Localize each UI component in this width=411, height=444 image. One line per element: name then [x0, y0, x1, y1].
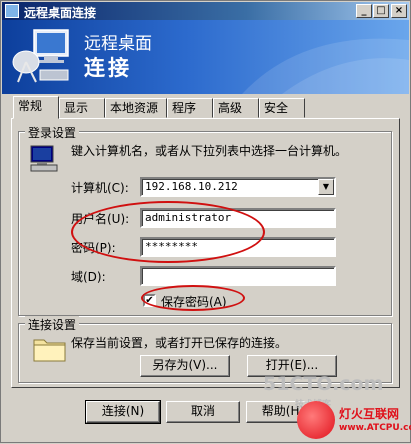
title-bar: 远程桌面连接 _ □ × [2, 2, 409, 20]
tab-security[interactable]: 安全 [259, 98, 305, 118]
computer-combobox[interactable]: 192.168.10.212 ▼ [140, 177, 336, 197]
domain-label: 域(D): [71, 270, 106, 284]
save-password-checkbox[interactable]: ✔ [143, 294, 156, 307]
atcpu-logo-en: www.ATCPU.com [339, 423, 411, 433]
atcpu-logo: 灯火互联网 www.ATCPU.com [293, 397, 411, 444]
chevron-down-icon[interactable]: ▼ [318, 179, 334, 195]
username-input[interactable]: administrator [140, 208, 336, 228]
general-tab-panel: 登录设置 键入计算机名，或者从下拉列表中选择一台计算机。 计算机(C): 192… [11, 118, 400, 388]
remote-desktop-window: 远程桌面连接 _ □ × 远程桌面 连接 常规 显示 本地资源 程序 高级 安全… [0, 0, 411, 443]
tab-general[interactable]: 常规 [13, 96, 59, 119]
password-input[interactable]: ******** [140, 237, 336, 257]
password-label: 密码(P): [71, 241, 116, 255]
username-value: administrator [145, 211, 232, 224]
cancel-button[interactable]: 取消 [166, 401, 240, 423]
login-settings-group: 登录设置 键入计算机名，或者从下拉列表中选择一台计算机。 计算机(C): 192… [18, 124, 392, 316]
watermark-51cto: 51CTO.com [263, 373, 384, 395]
login-settings-title: 登录设置 [25, 124, 80, 141]
banner: 远程桌面 连接 [2, 20, 409, 94]
save-as-button[interactable]: 另存为(V)... [140, 355, 230, 377]
tab-display[interactable]: 显示 [59, 98, 105, 118]
login-description: 键入计算机名，或者从下拉列表中选择一台计算机。 [71, 144, 348, 158]
password-value: ******** [145, 240, 198, 253]
tab-local-resources[interactable]: 本地资源 [105, 98, 167, 118]
remote-desktop-icon [5, 4, 19, 18]
window-title: 远程桌面连接 [24, 6, 97, 20]
username-label: 用户名(U): [71, 212, 130, 226]
save-password-label[interactable]: 保存密码(A) [161, 293, 227, 310]
connect-button[interactable]: 连接(N) [85, 400, 161, 424]
close-button[interactable]: × [391, 4, 407, 18]
tab-advanced[interactable]: 高级 [213, 98, 259, 118]
atcpu-logo-cn: 灯火互联网 [339, 407, 400, 421]
minimize-button[interactable]: _ [356, 4, 372, 18]
folder-icon [33, 339, 66, 362]
computer-satellite-icon [12, 29, 69, 83]
maximize-button[interactable]: □ [373, 4, 389, 18]
banner-line2: 连接 [84, 56, 132, 80]
computer-label: 计算机(C): [71, 181, 129, 195]
banner-line1: 远程桌面 [84, 34, 152, 54]
banner-decoration-icon [242, 38, 409, 94]
domain-input[interactable] [140, 266, 336, 286]
computer-icon [30, 145, 58, 172]
tab-programs[interactable]: 程序 [167, 98, 213, 118]
atcpu-logo-icon [297, 401, 335, 439]
connection-description: 保存当前设置，或者打开已保存的连接。 [71, 336, 288, 350]
connection-settings-title: 连接设置 [25, 316, 80, 333]
computer-value: 192.168.10.212 [145, 180, 238, 193]
